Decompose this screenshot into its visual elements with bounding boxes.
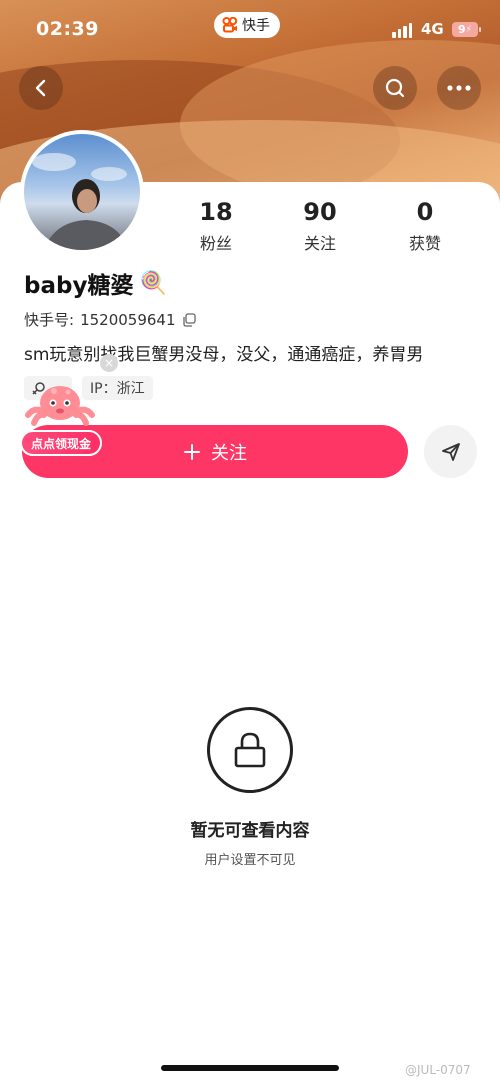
empty-state-subtitle: 用户设置不可见 — [204, 853, 296, 868]
empty-state-title: 暂无可查看内容 — [190, 821, 310, 841]
close-icon: × — [103, 356, 115, 370]
network-type: 4G — [421, 20, 444, 38]
promo-cash-badge[interactable]: 点点领现金 — [20, 430, 102, 456]
battery-icon: 9 ⚡ — [452, 22, 481, 37]
send-message-button[interactable] — [424, 425, 477, 478]
watermark: @JUL-0707 — [405, 1063, 471, 1077]
following-count: 90 — [303, 198, 337, 226]
search-button[interactable] — [373, 66, 417, 110]
octopus-mascot-icon[interactable] — [24, 383, 96, 433]
home-indicator[interactable] — [161, 1065, 339, 1071]
empty-state-lock — [207, 707, 293, 793]
follow-button-label: 关注 — [211, 442, 247, 464]
app-name: 快手 — [242, 18, 270, 34]
following-label: 关注 — [303, 234, 336, 253]
stat-following[interactable]: 90 关注 — [275, 198, 365, 254]
lollipop-emoji: 🍭 — [139, 270, 167, 296]
chevron-left-icon — [35, 79, 46, 97]
kuaishou-id-value: 1520059641 — [80, 310, 176, 329]
stat-likes[interactable]: 0 获赞 — [380, 198, 470, 254]
ip-location-label: IP：浙江 — [90, 381, 145, 397]
profile-bio: sm玩意别找我巨蟹男没母，没父，通通癌症，养胃男 — [24, 345, 424, 365]
followers-count: 18 — [199, 198, 233, 226]
promo-close-button[interactable]: × — [100, 354, 118, 372]
more-button[interactable] — [437, 66, 481, 110]
copy-icon[interactable] — [182, 312, 196, 327]
stat-followers[interactable]: 18 粉丝 — [171, 198, 261, 254]
username: baby糖婆 — [24, 273, 134, 299]
battery-level: 9 — [458, 23, 466, 36]
send-icon — [441, 442, 460, 461]
avatar-photo — [32, 153, 128, 250]
more-horizontal-icon — [447, 85, 471, 91]
likes-label: 获赞 — [408, 234, 441, 253]
avatar[interactable] — [20, 130, 144, 254]
app-indicator-pill[interactable]: 快手 — [214, 12, 280, 38]
kuaishou-logo-icon — [222, 16, 238, 33]
plus-icon — [184, 443, 200, 460]
profile-name: baby糖婆 🍭 — [24, 266, 167, 300]
followers-label: 粉丝 — [199, 234, 232, 253]
back-button[interactable] — [19, 66, 63, 110]
lock-icon — [234, 732, 266, 768]
kuaishou-id-row[interactable]: 快手号: 1520059641 — [24, 309, 196, 330]
promo-badge-label: 点点领现金 — [30, 436, 91, 451]
status-bar: 02:39 快手 4G 9 ⚡ — [0, 0, 500, 60]
signal-icon — [392, 22, 412, 38]
kuaishou-id-label: 快手号: — [24, 311, 75, 329]
status-time: 02:39 — [36, 18, 99, 40]
likes-count: 0 — [416, 198, 434, 226]
search-icon — [385, 78, 405, 98]
